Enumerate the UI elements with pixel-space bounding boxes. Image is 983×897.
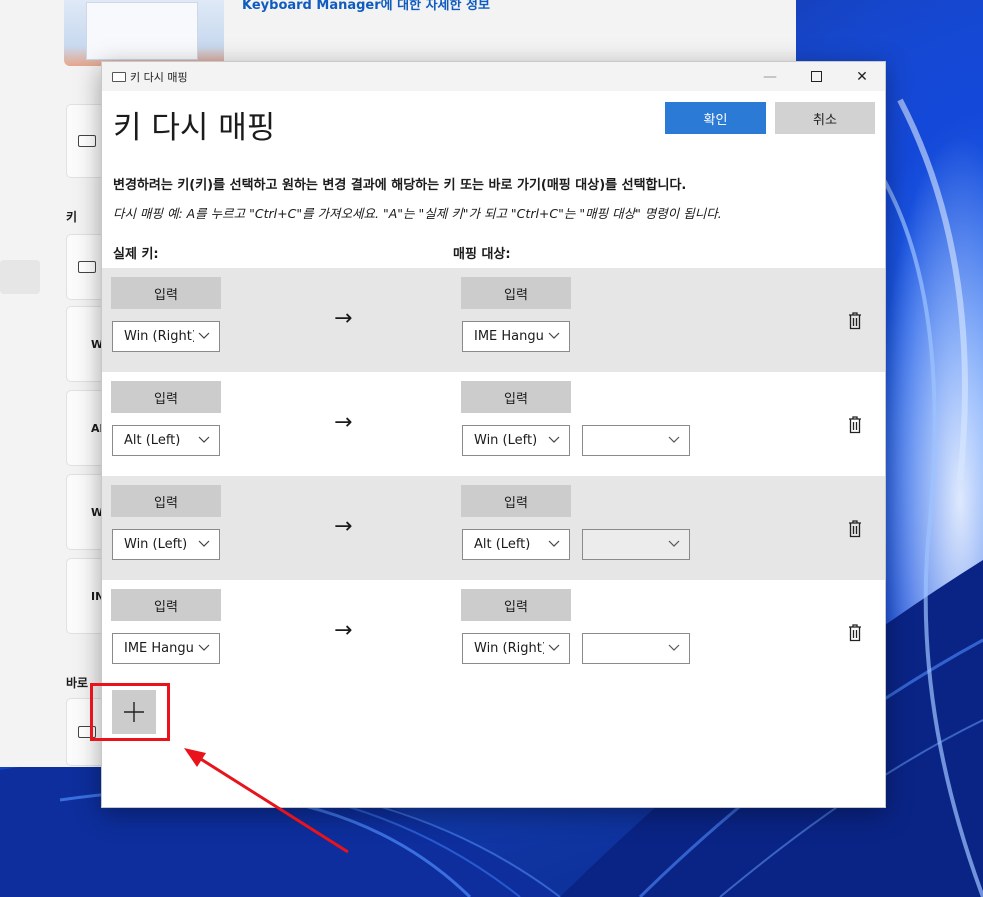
annotation-arrow-icon bbox=[184, 748, 349, 854]
